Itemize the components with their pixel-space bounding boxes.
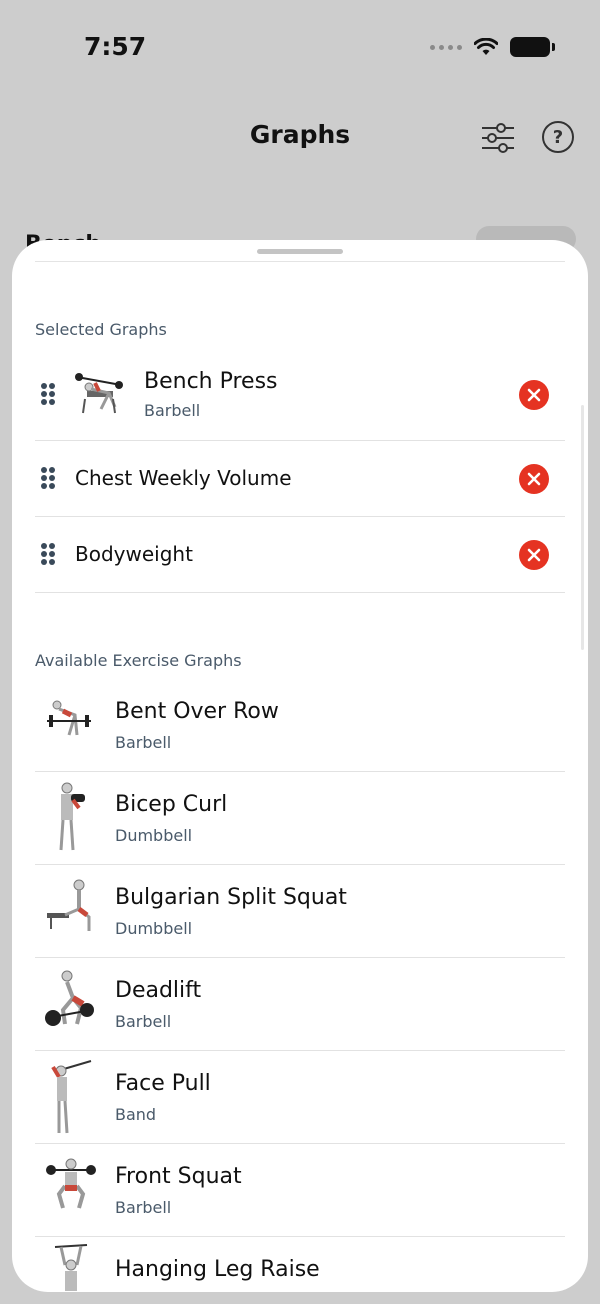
close-icon — [527, 472, 541, 486]
bicep-curl-figure-icon — [59, 782, 85, 851]
drag-handle-icon[interactable] — [40, 383, 56, 405]
available-row-bent-over-row[interactable]: Bent Over Row Barbell — [35, 679, 565, 772]
row-title: Bent Over Row — [115, 699, 279, 724]
available-row-bulgarian-split-squat[interactable]: Bulgarian Split Squat Dumbbell — [35, 865, 565, 958]
scroll-indicator[interactable] — [581, 405, 584, 650]
signal-icon — [430, 44, 462, 50]
row-subtitle: Barbell — [144, 401, 201, 420]
row-title: Bicep Curl — [115, 792, 228, 817]
divider — [35, 261, 565, 262]
row-subtitle: Dumbbell — [115, 919, 193, 938]
available-row-face-pull[interactable]: Face Pull Band — [35, 1051, 565, 1144]
row-subtitle: Band — [115, 1105, 157, 1124]
selected-section-label: Selected Graphs — [35, 320, 167, 339]
sheet-grabber[interactable] — [257, 249, 343, 254]
battery-icon — [510, 37, 555, 57]
available-row-hanging-leg-raise[interactable]: Hanging Leg Raise — [35, 1237, 565, 1292]
filter-sliders-icon[interactable] — [479, 120, 517, 156]
selected-row-bodyweight[interactable]: Bodyweight — [35, 517, 565, 593]
front-squat-figure-icon — [46, 1158, 96, 1209]
row-title: Front Squat — [115, 1164, 242, 1189]
remove-button[interactable] — [519, 380, 549, 410]
selected-row-chest-weekly-volume[interactable]: Chest Weekly Volume — [35, 441, 565, 517]
status-time: 7:57 — [84, 32, 147, 61]
available-row-deadlift[interactable]: Deadlift Barbell — [35, 958, 565, 1051]
row-title: Bench Press — [144, 369, 278, 394]
status-bar: 7:57 — [0, 0, 600, 96]
close-icon — [527, 388, 541, 402]
row-subtitle: Barbell — [115, 1198, 172, 1217]
deadlift-figure-icon — [45, 970, 94, 1026]
graph-picker-sheet: Selected Graphs Bench Press Barbell Ches… — [12, 240, 588, 1292]
available-row-bicep-curl[interactable]: Bicep Curl Dumbbell — [35, 772, 565, 865]
split-squat-figure-icon — [47, 879, 91, 931]
row-title: Hanging Leg Raise — [115, 1257, 320, 1282]
remove-button[interactable] — [519, 540, 549, 570]
available-row-front-squat[interactable]: Front Squat Barbell — [35, 1144, 565, 1237]
row-subtitle: Dumbbell — [115, 826, 193, 845]
remove-button[interactable] — [519, 464, 549, 494]
hanging-leg-raise-figure-icon — [54, 1244, 88, 1291]
available-section-label: Available Exercise Graphs — [35, 651, 242, 670]
face-pull-figure-icon — [51, 1060, 92, 1134]
status-icons — [430, 37, 555, 57]
selected-row-bench-press[interactable]: Bench Press Barbell — [35, 353, 565, 441]
row-title: Bodyweight — [75, 542, 193, 566]
row-title: Face Pull — [115, 1071, 211, 1096]
row-subtitle: Barbell — [115, 733, 172, 752]
close-icon — [527, 548, 541, 562]
wifi-icon — [474, 38, 498, 55]
help-button[interactable]: ? — [542, 121, 574, 153]
bent-over-row-figure-icon — [47, 700, 91, 736]
row-title: Deadlift — [115, 978, 202, 1003]
row-subtitle: Barbell — [115, 1012, 172, 1031]
row-title: Chest Weekly Volume — [75, 466, 292, 490]
row-title: Bulgarian Split Squat — [115, 885, 347, 910]
drag-handle-icon[interactable] — [40, 467, 56, 489]
bench-press-figure-icon — [75, 373, 123, 414]
drag-handle-icon[interactable] — [40, 543, 56, 565]
